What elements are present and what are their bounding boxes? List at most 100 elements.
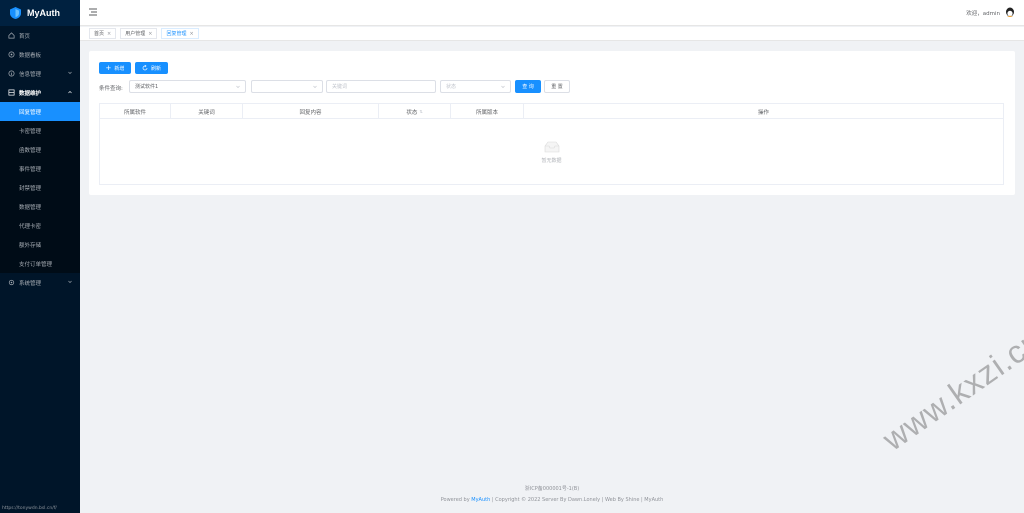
sidebar-subitem-agent-cards[interactable]: 代理卡密: [0, 216, 80, 235]
column-header-version: 所属版本: [451, 104, 524, 119]
sidebar-subitem-functions[interactable]: 函数管理: [0, 140, 80, 159]
welcome-text[interactable]: 欢迎，admin: [966, 9, 1000, 17]
secondary-select[interactable]: [251, 80, 323, 93]
column-header-label: 所属软件: [123, 109, 146, 116]
sidebar-subitem-orders[interactable]: 支付订单管理: [0, 254, 80, 273]
add-button[interactable]: + 新增: [99, 62, 131, 74]
sidebar-subitem-cards[interactable]: 卡密管理: [0, 121, 80, 140]
footer-icp[interactable]: 浙ICP备000001号-1(B): [80, 485, 1024, 492]
sidebar-subitem-label: 数据管理: [19, 204, 42, 211]
keyword-input[interactable]: 关键词: [326, 80, 436, 93]
refresh-button-label: 刷新: [150, 65, 161, 72]
reply-table: 所属软件 关键词 回复内容 状态 ⇅ 所属版本 操作 暂无数据: [99, 103, 1004, 185]
close-icon[interactable]: ×: [148, 31, 152, 37]
sidebar-item-system[interactable]: 系统管理: [0, 273, 80, 292]
query-button-label: 查 询: [522, 84, 534, 90]
refresh-button[interactable]: 刷新: [135, 62, 168, 74]
home-icon: [8, 32, 15, 39]
empty-state: 暂无数据: [100, 119, 1003, 184]
tab-label: 用户管理: [125, 31, 146, 37]
software-select-value: 测试软件1: [135, 84, 159, 90]
status-select[interactable]: 状态: [440, 80, 511, 93]
sidebar-subitem-label: 事件管理: [19, 166, 42, 173]
sidebar-item-label: 信息管理: [19, 71, 42, 78]
gear-icon: [8, 279, 15, 286]
sidebar-subitem-bans[interactable]: 封禁管理: [0, 178, 80, 197]
sidebar-subitem-label: 回复管理: [19, 109, 42, 116]
powered-link[interactable]: MyAuth: [471, 497, 490, 503]
sidebar-item-info[interactable]: 信息管理: [0, 64, 80, 83]
chevron-down-icon: [313, 85, 317, 89]
watermark: www.kxzi.cn: [876, 321, 1024, 458]
sidebar-submenu: 回复管理 卡密管理 函数管理 事件管理 封禁管理 数据管理 代理卡密 额外存储 …: [0, 102, 80, 273]
sidebar-subitem-events[interactable]: 事件管理: [0, 159, 80, 178]
column-header-status[interactable]: 状态 ⇅: [379, 104, 451, 119]
column-header-label: 操作: [757, 109, 769, 116]
chevron-down-icon: [501, 85, 505, 89]
sidebar: MyAuth 首页 数据看板 信息管理 数据维护 回复管理 卡密管理 函数管理 …: [0, 0, 80, 513]
column-header-reply-content: 回复内容: [243, 104, 379, 119]
tab-user-management[interactable]: 用户管理 ×: [120, 28, 158, 39]
keyword-placeholder: 关键词: [332, 84, 348, 90]
sidebar-item-label: 系统管理: [19, 280, 42, 287]
refresh-icon: [142, 65, 148, 71]
chevron-down-icon: [236, 85, 240, 89]
status-url: https://tonywdn.bsl.cn/f/: [2, 506, 57, 511]
sidebar-item-label: 数据看板: [19, 52, 42, 59]
user-avatar-icon[interactable]: [1005, 7, 1015, 18]
icp-text: 浙ICP备000001号-1(B): [524, 486, 580, 492]
column-header-label: 所属版本: [475, 109, 498, 116]
sidebar-item-data-maintenance[interactable]: 数据维护: [0, 83, 80, 102]
app-logo[interactable]: MyAuth: [0, 0, 80, 26]
reset-button-label: 重 置: [551, 84, 563, 90]
sidebar-subitem-data[interactable]: 数据管理: [0, 197, 80, 216]
sidebar-subitem-label: 封禁管理: [19, 185, 42, 192]
software-select[interactable]: 测试软件1: [129, 80, 246, 93]
empty-text: 暂无数据: [541, 157, 562, 164]
close-icon[interactable]: ×: [107, 31, 111, 37]
close-icon[interactable]: ×: [189, 31, 193, 37]
sidebar-subitem-label: 支付订单管理: [19, 261, 53, 268]
menu-toggle-icon[interactable]: [89, 8, 97, 16]
tab-home[interactable]: 首页 ×: [89, 28, 117, 39]
app-name: MyAuth: [27, 8, 60, 18]
reset-button[interactable]: 重 置: [544, 80, 570, 93]
sort-icon[interactable]: ⇅: [419, 109, 422, 114]
column-header-keyword: 关键词: [171, 104, 243, 119]
top-header: 欢迎，admin: [80, 0, 1024, 26]
tab-label: 首页: [94, 31, 105, 37]
column-header-label: 回复内容: [299, 109, 322, 116]
status-placeholder: 状态: [446, 84, 457, 90]
sidebar-subitem-label: 卡密管理: [19, 128, 42, 135]
column-header-software: 所属软件: [100, 104, 171, 119]
sidebar-item-label: 首页: [19, 33, 31, 40]
empty-box-icon: [544, 141, 559, 152]
dashboard-icon: [8, 51, 15, 58]
sidebar-subitem-label: 额外存储: [19, 242, 42, 249]
sidebar-item-dashboard[interactable]: 数据看板: [0, 45, 80, 64]
copyright-text: | Copyright © 2022 Server By Dawn.Lonely…: [491, 497, 664, 503]
shield-logo-icon: [10, 7, 21, 19]
tab-label: 回复管理: [166, 31, 187, 37]
sidebar-subitem-reply[interactable]: 回复管理: [0, 102, 80, 121]
table-header: 所属软件 关键词 回复内容 状态 ⇅ 所属版本 操作: [100, 104, 1003, 119]
tab-reply-management[interactable]: 回复管理 ×: [161, 28, 199, 39]
sidebar-item-label: 数据维护: [19, 90, 42, 97]
sidebar-subitem-storage[interactable]: 额外存储: [0, 235, 80, 254]
query-button[interactable]: 查 询: [515, 80, 541, 93]
column-header-actions: 操作: [524, 104, 1003, 119]
info-icon: [8, 70, 15, 77]
add-button-label: 新增: [114, 65, 125, 72]
column-header-label: 状态: [406, 109, 418, 116]
sidebar-item-home[interactable]: 首页: [0, 26, 80, 45]
chevron-up-icon: [68, 90, 72, 94]
database-icon: [8, 89, 15, 96]
sidebar-subitem-label: 代理卡密: [19, 223, 42, 230]
filter-label: 条件查询:: [99, 86, 123, 92]
powered-prefix: Powered by: [440, 497, 470, 503]
footer-copyright: Powered by MyAuth | Copyright © 2022 Ser…: [80, 497, 1024, 503]
column-header-label: 关键词: [198, 109, 215, 116]
tab-bar: 首页 × 用户管理 × 回复管理 ×: [80, 27, 1024, 41]
sidebar-subitem-label: 函数管理: [19, 147, 42, 154]
chevron-down-icon: [68, 280, 72, 284]
